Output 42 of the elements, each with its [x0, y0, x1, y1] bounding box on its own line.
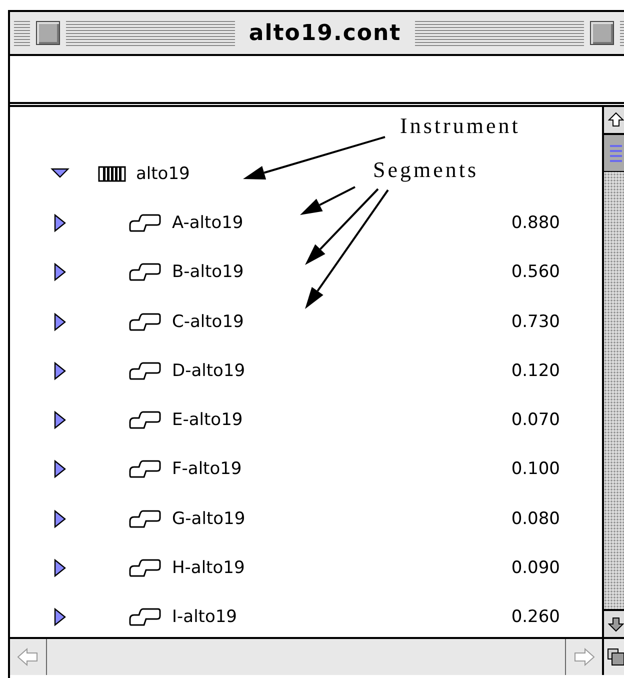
step-shape-icon	[128, 558, 162, 578]
tree-item-label[interactable]: E-alto19	[172, 410, 243, 430]
annotation-label: Instrument	[400, 113, 520, 139]
tree-item-label[interactable]: G-alto19	[172, 508, 246, 529]
tree-item-label[interactable]: F-alto19	[172, 459, 242, 480]
step-shape-icon	[128, 312, 162, 332]
vertical-scrollbar[interactable]	[602, 107, 624, 637]
step-shape-icon	[128, 607, 162, 628]
value-text: 0.070	[511, 410, 560, 430]
down-arrow-icon[interactable]	[608, 616, 624, 632]
left-arrow-icon[interactable]	[17, 647, 39, 667]
resize-icon[interactable]	[607, 648, 624, 666]
right-arrow-icon[interactable]	[573, 647, 595, 667]
tree-item-label[interactable]: I-alto19	[172, 607, 237, 628]
step-shape-icon	[128, 262, 162, 282]
tree-item-label[interactable]: C-alto19	[172, 312, 244, 332]
tree-item-label[interactable]: B-alto19	[172, 262, 244, 282]
horizontal-scrollbar[interactable]	[10, 637, 624, 675]
tree-item-label[interactable]: D-alto19	[172, 360, 246, 381]
value-text: 0.560	[511, 262, 560, 282]
window-title: alto19.cont	[248, 20, 402, 46]
tree-item-label[interactable]: H-alto19	[172, 558, 245, 578]
value-text: 0.080	[511, 508, 560, 529]
step-shape-icon	[128, 459, 162, 480]
step-shape-icon	[128, 508, 162, 529]
zoom-box[interactable]	[590, 21, 614, 45]
step-shape-icon	[128, 410, 162, 430]
annotation-label: Segments	[373, 157, 479, 183]
value-text: 0.100	[511, 459, 560, 480]
piano-keys-icon	[98, 166, 126, 182]
up-arrow-icon[interactable]	[608, 112, 624, 128]
tree-item-label[interactable]: alto19	[136, 164, 190, 184]
step-shape-icon	[128, 360, 162, 381]
value-text: 0.090	[511, 558, 560, 578]
scroll-thumb[interactable]	[604, 135, 624, 172]
value-text: 0.880	[511, 212, 560, 233]
value-text: 0.120	[511, 360, 560, 381]
close-box[interactable]	[36, 21, 60, 45]
value-text: 0.260	[511, 607, 560, 628]
tree-item-label[interactable]: A-alto19	[172, 212, 244, 233]
step-shape-icon	[128, 212, 162, 233]
value-text: 0.730	[511, 312, 560, 332]
